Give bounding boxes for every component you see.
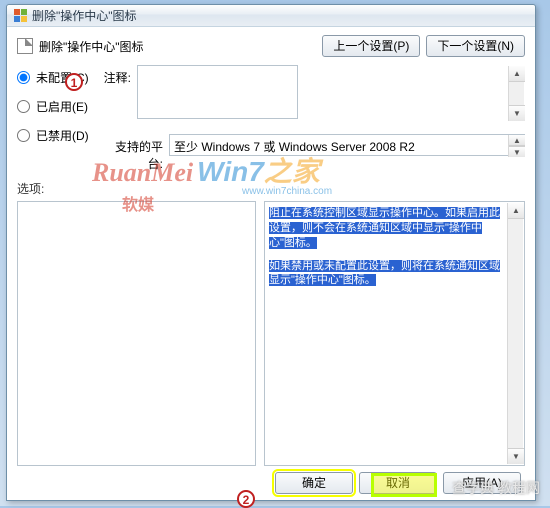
radio-enabled[interactable]: 已启用(E): [17, 98, 95, 115]
scroll-up-icon[interactable]: ▲: [509, 135, 525, 146]
cancel-button[interactable]: 取消: [359, 472, 437, 494]
scrollbar-vertical[interactable]: ▲ ▼: [508, 66, 524, 121]
radio-not-configured-input[interactable]: [17, 71, 30, 84]
document-icon: [17, 38, 33, 54]
prev-setting-button[interactable]: 上一个设置(P): [322, 35, 420, 57]
scroll-down-icon[interactable]: ▼: [509, 146, 525, 157]
description-line-2: 如果禁用或未配置此设置，则将在系统通知区域显示"操作中心"图标。: [269, 260, 500, 287]
description-pane: 阻止在系统控制区域显示操作中心。如果启用此设置，则不会在系统通知区域中显示"操作…: [264, 201, 525, 466]
dialog-window: 删除"操作中心"图标 删除"操作中心"图标 上一个设置(P) 下一个设置(N) …: [6, 4, 536, 501]
header-row: 删除"操作中心"图标 上一个设置(P) 下一个设置(N): [17, 35, 525, 57]
window-title: 删除"操作中心"图标: [32, 7, 137, 24]
ok-button[interactable]: 确定: [275, 472, 353, 494]
radio-enabled-input[interactable]: [17, 100, 30, 113]
titlebar: 删除"操作中心"图标: [7, 5, 535, 27]
scroll-down-icon[interactable]: ▼: [509, 105, 525, 121]
scrollbar-vertical-small[interactable]: ▲ ▼: [508, 135, 524, 157]
description-line-1: 阻止在系统控制区域显示操作中心。如果启用此设置，则不会在系统通知区域中显示"操作…: [269, 207, 500, 249]
scroll-down-icon[interactable]: ▼: [508, 448, 524, 464]
options-pane: [17, 201, 256, 466]
radio-disabled[interactable]: 已禁用(D): [17, 127, 95, 144]
lower-panes: 阻止在系统控制区域显示操作中心。如果启用此设置，则不会在系统通知区域中显示"操作…: [17, 201, 525, 466]
supported-label: 支持的平台:: [101, 134, 163, 172]
scroll-up-icon[interactable]: ▲: [508, 203, 524, 219]
apply-button[interactable]: 应用(A): [443, 472, 521, 494]
radio-not-configured[interactable]: 未配置(C): [17, 69, 95, 86]
options-label: 选项:: [17, 180, 525, 197]
comment-label: 注释:: [101, 65, 131, 122]
heading-text: 删除"操作中心"图标: [39, 38, 144, 55]
scroll-up-icon[interactable]: ▲: [509, 66, 525, 82]
window-icon: [13, 9, 27, 23]
client-area: 删除"操作中心"图标 上一个设置(P) 下一个设置(N) 1 未配置(C) 已启…: [7, 27, 535, 500]
radio-group: 未配置(C) 已启用(E) 已禁用(D): [17, 65, 95, 172]
radio-disabled-input[interactable]: [17, 129, 30, 142]
supported-platform-text: 至少 Windows 7 或 Windows Server 2008 R2: [169, 134, 525, 156]
footer-buttons: 确定 取消 应用(A): [17, 472, 521, 494]
config-section: 未配置(C) 已启用(E) 已禁用(D) 注释: ▲: [17, 65, 525, 172]
comment-textarea[interactable]: [137, 65, 298, 119]
next-setting-button[interactable]: 下一个设置(N): [426, 35, 525, 57]
annotation-callout-2: 2: [237, 490, 255, 508]
scrollbar-vertical[interactable]: ▲ ▼: [507, 203, 523, 464]
annotation-callout-1: 1: [65, 73, 83, 91]
